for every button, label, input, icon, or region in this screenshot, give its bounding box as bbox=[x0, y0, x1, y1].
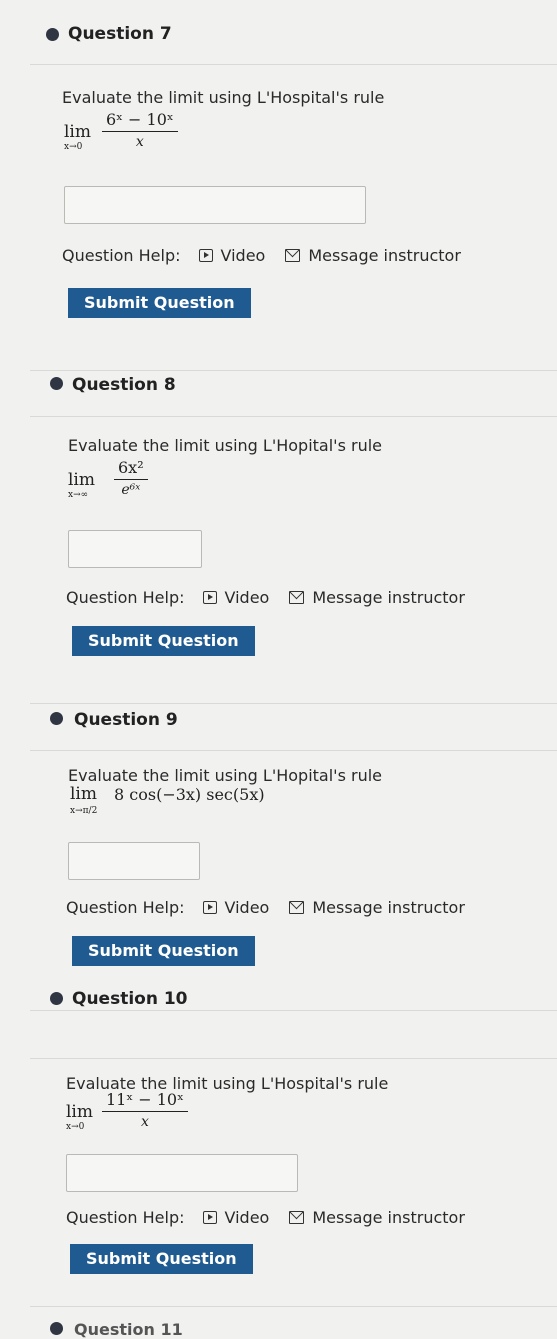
fraction-bar bbox=[102, 131, 178, 133]
message-instructor-link[interactable]: Message instructor bbox=[308, 246, 461, 265]
divider bbox=[30, 1058, 557, 1059]
question-bullet-icon bbox=[50, 1322, 63, 1335]
divider bbox=[30, 750, 557, 751]
lim-approach: x→0 bbox=[64, 142, 83, 152]
question-help: Question Help: Video Message instructor bbox=[66, 898, 465, 917]
lim-approach: x→π/2 bbox=[70, 806, 98, 816]
help-label: Question Help: bbox=[66, 1208, 185, 1227]
mail-icon[interactable] bbox=[289, 591, 305, 604]
question-bullet-icon bbox=[50, 712, 63, 725]
video-link[interactable]: Video bbox=[225, 898, 270, 917]
message-instructor-link[interactable]: Message instructor bbox=[312, 588, 465, 607]
lim-operator: lim bbox=[70, 784, 97, 804]
answer-input[interactable] bbox=[68, 530, 202, 568]
mail-icon[interactable] bbox=[285, 249, 301, 262]
question-prompt: Evaluate the limit using L'Hopital's rul… bbox=[68, 766, 382, 785]
question-help: Question Help: Video Message instructor bbox=[66, 1208, 465, 1227]
divider bbox=[30, 1306, 557, 1307]
lim-operator: lim bbox=[66, 1102, 93, 1122]
lim-operator: lim bbox=[68, 470, 95, 490]
submit-question-button[interactable]: Submit Question bbox=[68, 288, 251, 318]
question-bullet-icon bbox=[46, 28, 59, 41]
video-icon[interactable] bbox=[202, 1211, 217, 1224]
numerator: 11ˣ − 10ˣ bbox=[106, 1090, 184, 1109]
denominator: x bbox=[135, 134, 144, 151]
message-instructor-link[interactable]: Message instructor bbox=[312, 1208, 465, 1227]
answer-input[interactable] bbox=[68, 842, 200, 880]
lim-operator: lim bbox=[64, 122, 91, 142]
answer-input[interactable] bbox=[66, 1154, 298, 1192]
fraction: 6x² e⁶ˣ bbox=[114, 458, 148, 498]
message-instructor-link[interactable]: Message instructor bbox=[312, 898, 465, 917]
question-prompt: Evaluate the limit using L'Hopital's rul… bbox=[68, 436, 382, 455]
question-help: Question Help: Video Message instructor bbox=[62, 246, 461, 265]
expression: 8 cos(−3x) sec(5x) bbox=[114, 785, 265, 804]
lim-approach: x→∞ bbox=[68, 490, 89, 500]
lim-approach: x→0 bbox=[66, 1122, 85, 1132]
submit-question-button[interactable]: Submit Question bbox=[72, 936, 255, 966]
question-help: Question Help: Video Message instructor bbox=[66, 588, 465, 607]
denominator: x bbox=[140, 1114, 149, 1131]
divider bbox=[30, 1010, 557, 1011]
video-icon[interactable] bbox=[202, 591, 217, 604]
divider bbox=[30, 370, 557, 371]
next-question-title: Question 11 bbox=[74, 1320, 183, 1339]
submit-question-button[interactable]: Submit Question bbox=[70, 1244, 253, 1274]
help-label: Question Help: bbox=[66, 898, 185, 917]
video-link[interactable]: Video bbox=[225, 588, 270, 607]
denominator: e⁶ˣ bbox=[121, 482, 141, 499]
help-label: Question Help: bbox=[62, 246, 181, 265]
video-icon[interactable] bbox=[198, 249, 213, 262]
video-icon[interactable] bbox=[202, 901, 217, 914]
question-prompt: Evaluate the limit using L'Hospital's ru… bbox=[62, 88, 385, 107]
fraction: 6ˣ − 10ˣ x bbox=[102, 110, 178, 150]
answer-input[interactable] bbox=[64, 186, 366, 224]
divider bbox=[30, 416, 557, 417]
help-label: Question Help: bbox=[66, 588, 185, 607]
question-bullet-icon bbox=[50, 992, 63, 1005]
submit-question-button[interactable]: Submit Question bbox=[72, 626, 255, 656]
divider bbox=[30, 64, 557, 65]
fraction-bar bbox=[102, 1111, 188, 1113]
divider bbox=[30, 703, 557, 704]
numerator: 6ˣ − 10ˣ bbox=[106, 110, 174, 129]
video-link[interactable]: Video bbox=[225, 1208, 270, 1227]
video-link[interactable]: Video bbox=[221, 246, 266, 265]
mail-icon[interactable] bbox=[289, 1211, 305, 1224]
question-bullet-icon bbox=[50, 377, 63, 390]
question-title: Question 9 bbox=[74, 710, 178, 730]
mail-icon[interactable] bbox=[289, 901, 305, 914]
question-title: Question 8 bbox=[72, 375, 176, 395]
fraction-bar bbox=[114, 479, 148, 481]
question-title: Question 7 bbox=[68, 24, 172, 44]
fraction: 11ˣ − 10ˣ x bbox=[102, 1090, 188, 1130]
numerator: 6x² bbox=[118, 458, 144, 477]
question-title: Question 10 bbox=[72, 989, 188, 1009]
